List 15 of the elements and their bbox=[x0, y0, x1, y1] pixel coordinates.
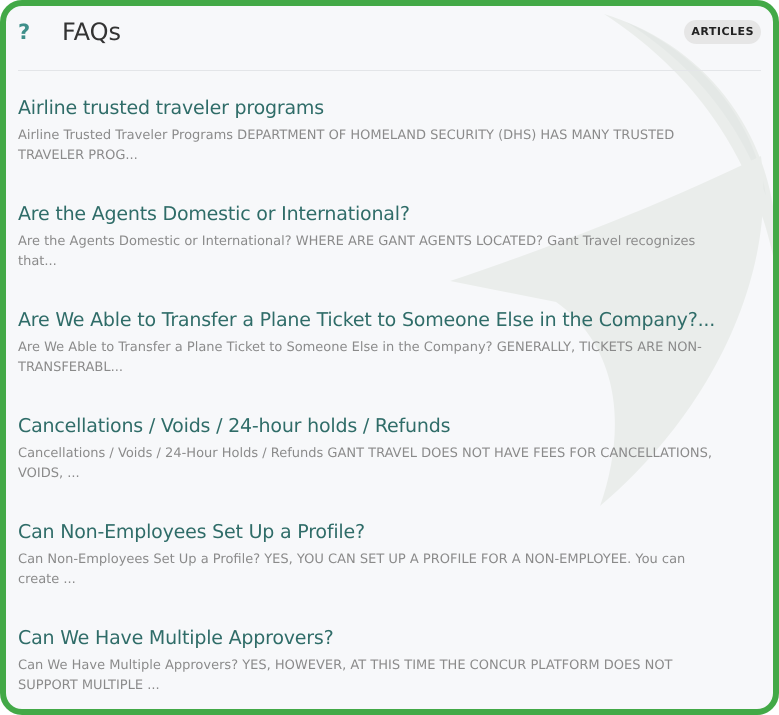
faq-title-link[interactable]: Are We Able to Transfer a Plane Ticket to Someone Else in the Company?... bbox=[18, 308, 761, 332]
faq-title-link[interactable]: Airline trusted traveler programs bbox=[18, 96, 761, 120]
faq-title-link[interactable]: Can We Have Multiple Approvers? bbox=[18, 626, 761, 650]
category-tag: ARTICLES bbox=[684, 20, 761, 44]
faq-excerpt: Can Non-Employees Set Up a Profile? YES, YOU CAN SET UP A PROFILE FOR A NON-EMPLOYEE. You can create ... bbox=[18, 551, 686, 589]
faq-title-link[interactable]: Cancellations / Voids / 24-hour holds / Refunds bbox=[18, 414, 761, 438]
help-icon: ? bbox=[18, 21, 33, 43]
faq-title-link[interactable]: Can Non-Employees Set Up a Profile? bbox=[18, 520, 761, 544]
section-title: FAQs bbox=[62, 17, 122, 47]
faq-excerpt: Can We Have Multiple Approvers? YES, HOWEVER, AT THIS TIME THE CONCUR PLATFORM DOES NOT SUPPORT MULTIPLE ... bbox=[18, 657, 674, 695]
faq-excerpt: Are We Able to Transfer a Plane Ticket to Someone Else in the Company? GENERALLY, TICKETS ARE NON-TRANSFERABL... bbox=[18, 339, 703, 377]
faq-excerpt: Are the Agents Domestic or International? WHERE ARE GANT AGENTS LOCATED? Gant Travel recognizes that... bbox=[18, 233, 696, 271]
faq-excerpt: Airline Trusted Traveler Programs DEPARTMENT OF HOMELAND SECURITY (DHS) HAS MANY TRUSTED TRAVELER PROG... bbox=[18, 127, 676, 165]
faq-title-link[interactable]: Are the Agents Domestic or International? bbox=[18, 202, 761, 226]
faq-excerpt: Cancellations / Voids / 24-Hour Holds / Refunds GANT TRAVEL DOES NOT HAVE FEES FOR CANCELLATIONS, VOIDS, ... bbox=[18, 445, 714, 483]
